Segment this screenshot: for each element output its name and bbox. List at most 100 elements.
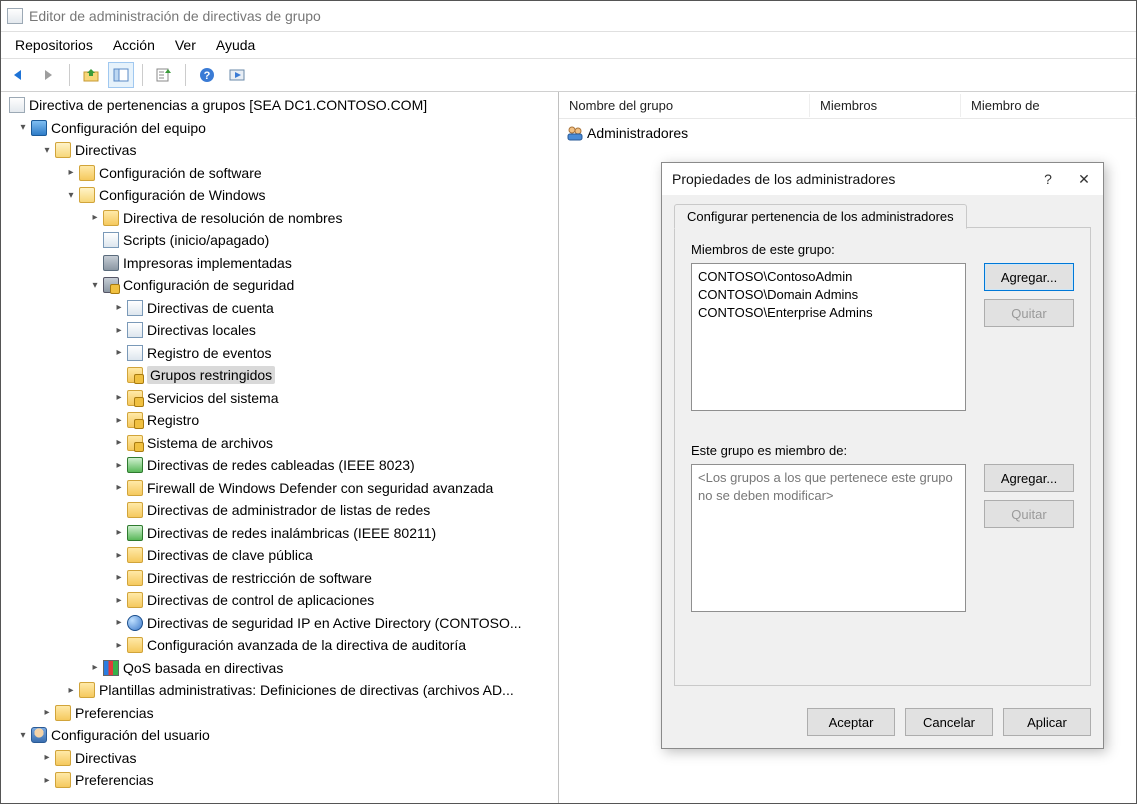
remove-memberof-button[interactable]: Quitar <box>984 500 1074 528</box>
tree-admin-templates[interactable]: ▸ Plantillas administrativas: Definicion… <box>1 679 558 702</box>
tree-sec-filesystem[interactable]: ▸ Sistema de archivos <box>1 432 558 455</box>
col-memberof[interactable]: Miembro de <box>961 94 1136 117</box>
add-member-button[interactable]: Agregar... <box>984 263 1074 291</box>
tree-sec-wired[interactable]: ▸ Directivas de redes cableadas (IEEE 80… <box>1 454 558 477</box>
col-group-name[interactable]: Nombre del grupo <box>559 94 810 117</box>
tree-sec-firewall[interactable]: ▸ Firewall de Windows Defender con segur… <box>1 477 558 500</box>
tree-view-button[interactable] <box>108 62 134 88</box>
menu-accion[interactable]: Acción <box>103 35 165 55</box>
tree-label: Directivas de clave pública <box>147 547 313 563</box>
tree-config-software[interactable]: ▸ Configuración de software <box>1 162 558 185</box>
member-item[interactable]: CONTOSO\Domain Admins <box>698 286 959 304</box>
chevron-down-icon[interactable]: ▾ <box>17 122 29 133</box>
chevron-right-icon[interactable]: ▸ <box>113 550 125 561</box>
help-button[interactable]: ? <box>194 62 220 88</box>
memberof-listbox[interactable]: <Los grupos a los que pertenece este gru… <box>691 464 966 612</box>
tree-sec-local[interactable]: ▸ Directivas locales <box>1 319 558 342</box>
list-header[interactable]: Nombre del grupo Miembros Miembro de <box>559 92 1136 119</box>
ok-button[interactable]: Aceptar <box>807 708 895 736</box>
folder-icon <box>55 750 71 766</box>
tree-qos[interactable]: ▸ QoS basada en directivas <box>1 657 558 680</box>
chevron-right-icon[interactable]: ▸ <box>113 640 125 651</box>
tree-computer-config[interactable]: ▾ Configuración del equipo <box>1 117 558 140</box>
tree-label: Registro de eventos <box>147 345 272 361</box>
member-item[interactable]: CONTOSO\Enterprise Admins <box>698 304 959 322</box>
dialog-help-button[interactable]: ? <box>1039 171 1057 187</box>
folder-up-icon <box>83 67 99 83</box>
up-button[interactable] <box>78 62 104 88</box>
toolbar-separator <box>142 64 143 86</box>
tree-security[interactable]: ▾ Configuración de seguridad <box>1 274 558 297</box>
chevron-right-icon[interactable]: ▸ <box>113 595 125 606</box>
chevron-right-icon[interactable]: ▸ <box>41 752 53 763</box>
chevron-right-icon[interactable]: ▸ <box>65 685 77 696</box>
tab-configure-membership[interactable]: Configurar pertenencia de los administra… <box>674 204 967 229</box>
chevron-right-icon[interactable]: ▸ <box>89 662 101 673</box>
member-item[interactable]: CONTOSO\ContosoAdmin <box>698 268 959 286</box>
menu-ver[interactable]: Ver <box>165 35 206 55</box>
tree-pane[interactable]: Directiva de pertenencias a grupos [SEA … <box>1 92 559 803</box>
tree-sec-softrestrict[interactable]: ▸ Directivas de restricción de software <box>1 567 558 590</box>
restricted-groups-icon <box>127 367 143 383</box>
tree-preferences-u[interactable]: ▸ Preferencias <box>1 769 558 792</box>
remove-member-button[interactable]: Quitar <box>984 299 1074 327</box>
chevron-right-icon[interactable]: ▸ <box>113 572 125 583</box>
menu-ayuda[interactable]: Ayuda <box>206 35 265 55</box>
chevron-right-icon[interactable]: ▸ <box>41 707 53 718</box>
chevron-right-icon[interactable]: ▸ <box>113 302 125 313</box>
chevron-down-icon[interactable]: ▾ <box>41 145 53 156</box>
chevron-right-icon[interactable]: ▸ <box>65 167 77 178</box>
col-members[interactable]: Miembros <box>810 94 961 117</box>
tree-printers[interactable]: Impresoras implementadas <box>1 252 558 275</box>
dialog-close-button[interactable]: ✕ <box>1075 171 1093 188</box>
tree-sec-pubkey[interactable]: ▸ Directivas de clave pública <box>1 544 558 567</box>
tree-directivas[interactable]: ▾ Directivas <box>1 139 558 162</box>
tree-label: Directivas <box>75 142 136 158</box>
tree-sec-account[interactable]: ▸ Directivas de cuenta <box>1 297 558 320</box>
tree-root[interactable]: Directiva de pertenencias a grupos [SEA … <box>1 94 558 117</box>
tree-sec-ipsec[interactable]: ▸ Directivas de seguridad IP en Active D… <box>1 612 558 635</box>
chevron-down-icon[interactable]: ▾ <box>17 730 29 741</box>
tree-config-windows[interactable]: ▾ Configuración de Windows <box>1 184 558 207</box>
add-memberof-button[interactable]: Agregar... <box>984 464 1074 492</box>
tree-sec-audit[interactable]: ▸ Configuración avanzada de la directiva… <box>1 634 558 657</box>
tree-label: Directivas de seguridad IP en Active Dir… <box>147 615 522 631</box>
chevron-right-icon[interactable]: ▸ <box>113 415 125 426</box>
tree-sec-restricted[interactable]: Grupos restringidos <box>1 364 558 387</box>
chevron-right-icon[interactable]: ▸ <box>41 775 53 786</box>
export-button[interactable] <box>151 62 177 88</box>
tree-directivas-u[interactable]: ▸ Directivas <box>1 747 558 770</box>
wireless-icon <box>127 525 143 541</box>
back-button[interactable] <box>5 62 31 88</box>
chevron-right-icon[interactable]: ▸ <box>113 617 125 628</box>
chevron-right-icon[interactable]: ▸ <box>113 347 125 358</box>
play-button[interactable] <box>224 62 250 88</box>
tree-sec-registry[interactable]: ▸ Registro <box>1 409 558 432</box>
chevron-down-icon[interactable]: ▾ <box>65 190 77 201</box>
list-row-administradores[interactable]: Administradores <box>559 119 1136 147</box>
chevron-down-icon[interactable]: ▾ <box>89 280 101 291</box>
chevron-right-icon[interactable]: ▸ <box>113 482 125 493</box>
tree-dns[interactable]: ▸ Directiva de resolución de nombres <box>1 207 558 230</box>
tree-sec-wireless[interactable]: ▸ Directivas de redes inalámbricas (IEEE… <box>1 522 558 545</box>
apply-button[interactable]: Aplicar <box>1003 708 1091 736</box>
folder-icon <box>127 480 143 496</box>
tree-sec-netlist[interactable]: Directivas de administrador de listas de… <box>1 499 558 522</box>
menu-repositorios[interactable]: Repositorios <box>5 35 103 55</box>
tree-sec-appcontrol[interactable]: ▸ Directivas de control de aplicaciones <box>1 589 558 612</box>
chevron-right-icon[interactable]: ▸ <box>89 212 101 223</box>
chevron-right-icon[interactable]: ▸ <box>113 392 125 403</box>
tree-sec-services[interactable]: ▸ Servicios del sistema <box>1 387 558 410</box>
cancel-button[interactable]: Cancelar <box>905 708 993 736</box>
chevron-right-icon[interactable]: ▸ <box>113 460 125 471</box>
tree-preferences-c[interactable]: ▸ Preferencias <box>1 702 558 725</box>
chevron-right-icon[interactable]: ▸ <box>113 437 125 448</box>
forward-button[interactable] <box>35 62 61 88</box>
chevron-right-icon[interactable]: ▸ <box>113 527 125 538</box>
members-listbox[interactable]: CONTOSO\ContosoAdminCONTOSO\Domain Admin… <box>691 263 966 411</box>
tree-user-config[interactable]: ▾ Configuración del usuario <box>1 724 558 747</box>
tree-scripts[interactable]: Scripts (inicio/apagado) <box>1 229 558 252</box>
chevron-right-icon[interactable]: ▸ <box>113 325 125 336</box>
tree-sec-eventlog[interactable]: ▸ Registro de eventos <box>1 342 558 365</box>
tree-label: Directiva de resolución de nombres <box>123 210 342 226</box>
